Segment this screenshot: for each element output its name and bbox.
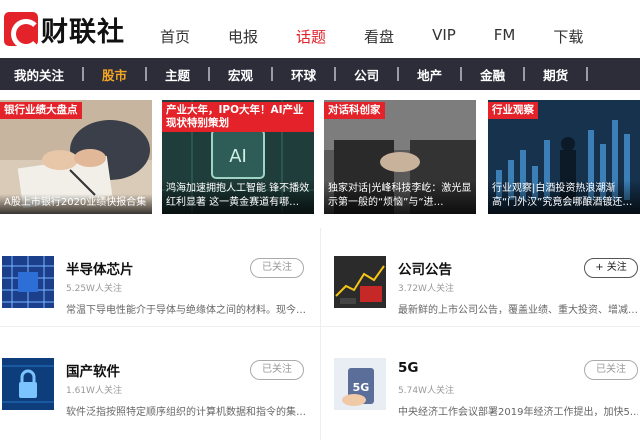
category-company[interactable]: 公司 (336, 58, 400, 90)
logo-text: 财联社 (41, 16, 125, 48)
follow-button[interactable]: 已关注 (250, 360, 304, 380)
topic-description: 常温下导电性能介于导体与绝缘体之间的材料。现今… (66, 305, 306, 316)
topic-followers: 1.61W人关注 (66, 386, 122, 396)
topic-followers: 5.25W人关注 (66, 284, 122, 294)
banner-card-ai-industry[interactable]: AI 产业大年，IPO大年！AI产业现状特别策划 鸿海加速拥抱人工智能 锋不播效… (162, 100, 314, 214)
top-nav-market[interactable]: 看盘 (364, 26, 394, 47)
category-theme[interactable]: 主题 (147, 58, 211, 90)
chip-icon (2, 256, 54, 308)
site-logo[interactable]: 财联社 (4, 10, 125, 49)
category-my-follow[interactable]: 我的关注 (0, 58, 85, 90)
topic-name[interactable]: 公司公告 (398, 258, 452, 278)
logo-c-icon (4, 12, 41, 49)
topic-item-5g[interactable]: 5G 5G 5.74W人关注 中央经济工作会议部署2019年经济工作提出，加快5… (332, 330, 640, 430)
follow-button[interactable]: 已关注 (584, 360, 638, 380)
category-macro[interactable]: 宏观 (210, 58, 274, 90)
top-nav-home[interactable]: 首页 (160, 26, 190, 47)
category-real-estate[interactable]: 地产 (399, 58, 463, 90)
category-futures[interactable]: 期货 (525, 58, 589, 90)
category-finance[interactable]: 金融 (462, 58, 526, 90)
top-nav-fm[interactable]: FM (494, 26, 516, 47)
category-stocks[interactable]: 股市 (84, 58, 148, 90)
topic-description: 中央经济工作会议部署2019年经济工作提出，加快5… (398, 407, 638, 418)
topic-list: 半导体芯片 5.25W人关注 常温下导电性能介于导体与绝缘体之间的材料。现今… … (0, 228, 640, 440)
follow-button[interactable]: 已关注 (250, 258, 304, 278)
topic-description: 最新鲜的上市公司公告，覆盖业绩、重大投资、增减… (398, 305, 638, 316)
banner-caption: 独家对话|光峰科技李屹：激光显示第一般的“烦恼”与“进… (324, 180, 476, 214)
banner-card-tech-founder[interactable]: 对话科创家 独家对话|光峰科技李屹：激光显示第一般的“烦恼”与“进… (324, 100, 476, 214)
banner-tag: 银行业绩大盘点 (0, 102, 82, 119)
topic-item-company-announcement[interactable]: 公司公告 3.72W人关注 最新鲜的上市公司公告，覆盖业绩、重大投资、增减… +… (332, 228, 640, 328)
topic-name[interactable]: 国产软件 (66, 360, 120, 380)
banner-caption: 鸿海加速拥抱人工智能 锋不播效红利显著 这一黄金赛道有哪… (162, 180, 314, 214)
site-header: 财联社 首页 电报 话题 看盘 VIP FM 下载 (0, 0, 640, 58)
announcement-icon (334, 256, 386, 308)
top-nav-vip[interactable]: VIP (432, 26, 456, 47)
category-divider (586, 67, 589, 81)
banner-tag: 产业大年，IPO大年！AI产业现状特别策划 (162, 102, 314, 132)
category-global[interactable]: 环球 (273, 58, 337, 90)
top-nav-download[interactable]: 下载 (553, 26, 583, 47)
topic-name[interactable]: 半导体芯片 (66, 258, 134, 278)
top-nav-topics[interactable]: 话题 (296, 26, 326, 47)
banner-tag: 对话科创家 (324, 102, 385, 119)
topic-name[interactable]: 5G (398, 360, 418, 376)
banner-row: 银行业绩大盘点 A股上市银行2020业绩快报合集 AI 产业大年，IPO大年！A… (0, 100, 640, 214)
banner-caption: 行业观察|白酒投资热浪潮渐高“门外汉”究竟会哪酿酒镀还… (488, 180, 640, 214)
topic-followers: 3.72W人关注 (398, 284, 454, 294)
5g-icon: 5G (334, 358, 386, 410)
lock-icon (2, 358, 54, 410)
svg-text:5G: 5G (353, 381, 370, 394)
category-bar: 我的关注 股市 主题 宏观 环球 公司 地产 金融 期货 (0, 58, 640, 90)
topic-followers: 5.74W人关注 (398, 386, 454, 396)
banner-tag: 行业观察 (488, 102, 538, 119)
top-nav-telegraph[interactable]: 电报 (228, 26, 258, 47)
topic-item-semiconductor[interactable]: 半导体芯片 5.25W人关注 常温下导电性能介于导体与绝缘体之间的材料。现今… … (0, 228, 320, 328)
topic-description: 软件泛指按照特定顺序组织的计算机数据和指令的集… (66, 407, 306, 418)
topic-item-domestic-software[interactable]: 国产软件 1.61W人关注 软件泛指按照特定顺序组织的计算机数据和指令的集… 已… (0, 330, 320, 430)
follow-button[interactable]: + 关注 (584, 258, 638, 278)
banner-card-industry-watch[interactable]: 行业观察 行业观察|白酒投资热浪潮渐高“门外汉”究竟会哪酿酒镀还… (488, 100, 640, 214)
banner-card-bank-earnings[interactable]: 银行业绩大盘点 A股上市银行2020业绩快报合集 (0, 100, 152, 214)
banner-caption: A股上市银行2020业绩快报合集 (0, 194, 152, 214)
top-nav: 首页 电报 话题 看盘 VIP FM 下载 (160, 26, 621, 47)
svg-text:AI: AI (229, 146, 247, 167)
